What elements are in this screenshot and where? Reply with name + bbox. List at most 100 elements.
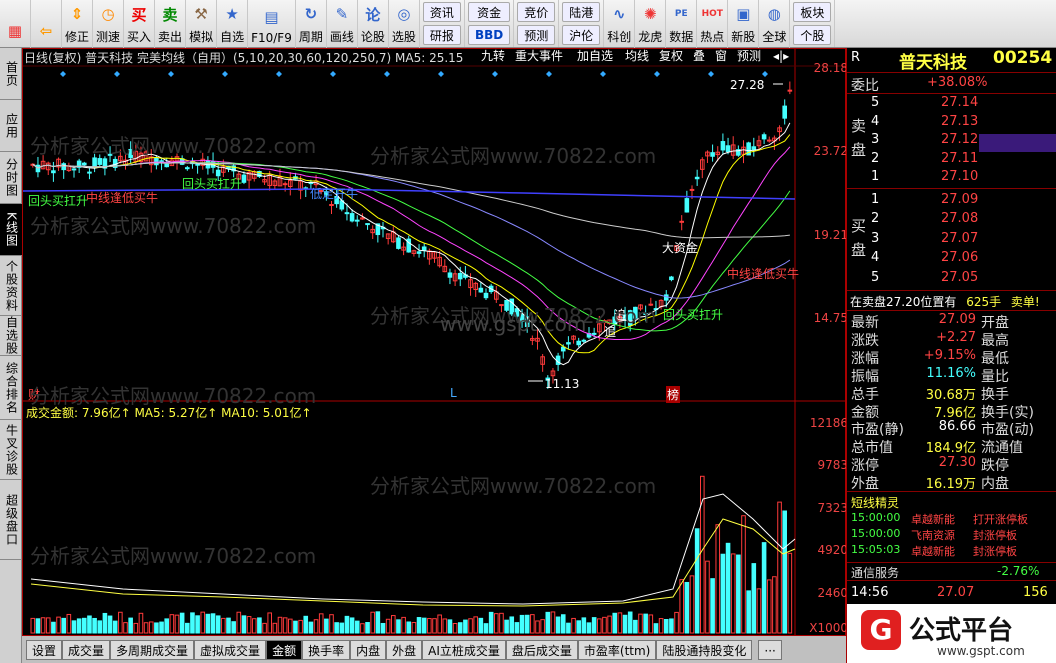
indicator-tab-11[interactable]: 陆股通持股变化 <box>656 639 753 660</box>
toolbar-button-1[interactable]: ⇦ <box>31 0 62 48</box>
toolbar-button-3[interactable]: ◷ 测速 <box>93 0 125 48</box>
volume-bar <box>401 616 406 634</box>
left-tab-5[interactable]: 自选股 <box>0 316 22 356</box>
sell-price[interactable]: 27.11 <box>941 151 978 166</box>
top-marker-icon <box>384 71 390 77</box>
volume-bar <box>421 617 427 634</box>
toolbar-button-7[interactable]: ★ 自选 <box>217 0 249 48</box>
chart-nav-icon[interactable]: ◂|▸ <box>770 48 792 65</box>
volume-bar <box>185 622 190 634</box>
toolbar-button-0[interactable]: ▦ <box>0 0 31 48</box>
buy-level: 2 <box>871 211 880 227</box>
left-tab-1[interactable]: 应用 <box>0 100 22 152</box>
sector-name[interactable]: 通信服务 <box>851 564 899 581</box>
toolbar-small-button[interactable]: 资讯 <box>422 2 461 22</box>
sprite-title[interactable]: 短线精灵 <box>851 494 899 511</box>
toolbar-small-button[interactable]: 陆港 <box>562 2 601 22</box>
left-tab-6[interactable]: 综合排名 <box>0 356 22 420</box>
toolbar2-button-5[interactable]: ◍ 全球 <box>759 0 791 48</box>
indicator-tab-8[interactable]: AI立桩成交量 <box>422 639 506 660</box>
indicator-tab-2[interactable]: 多周期成交量 <box>110 639 195 660</box>
watermark: 分析家公式网www.70822.com <box>30 384 317 408</box>
toolbar-button-8[interactable]: ▤ F10/F9 <box>248 0 296 48</box>
toolbar-small-button[interactable]: 竞价 <box>517 2 556 22</box>
indicator-tab-10[interactable]: 市盈率(ttm) <box>577 639 657 660</box>
buy-price[interactable]: 27.05 <box>941 270 978 285</box>
left-tab-0[interactable]: 首页 <box>0 48 22 100</box>
l-marker[interactable]: L <box>450 386 457 400</box>
sell-price[interactable]: 27.12 <box>941 132 978 147</box>
toolbar-small-button[interactable]: BBD <box>467 25 511 45</box>
chart-header-button-3[interactable]: 均线 <box>622 48 652 65</box>
sprite-event: 封涨停板 <box>973 545 1017 558</box>
sprite-stock[interactable]: 卓越新能 <box>911 511 955 527</box>
chart-header-button-4[interactable]: 复权 <box>656 48 686 65</box>
toolbar-button-11[interactable]: 论论股 <box>358 0 389 48</box>
toolbar-button-10[interactable]: ✎ 画线 <box>327 0 358 48</box>
volume-bar <box>118 611 123 634</box>
toolbar-button-2[interactable]: ⇕ 修正 <box>62 0 94 48</box>
toolbar2-button-2[interactable]: PE 数据 <box>666 0 698 48</box>
left-tab-4[interactable]: 个股资料 <box>0 256 22 316</box>
left-tab-3[interactable]: K线图 <box>0 204 22 256</box>
hammer-icon: ⚒ <box>194 5 208 23</box>
indicator-tab-6[interactable]: 内盘 <box>350 639 387 660</box>
volume-axis-label: 12186 <box>809 416 848 430</box>
billboard-marker[interactable]: 榜 <box>666 386 681 403</box>
buy-price[interactable]: 27.07 <box>941 231 978 246</box>
more-tabs-icon[interactable]: ··· <box>758 639 782 660</box>
candle-body <box>447 272 453 278</box>
indicator-tab-5[interactable]: 换手率 <box>302 639 351 660</box>
toolbar2-button-0[interactable]: ∿ 科创 <box>604 0 636 48</box>
toolbar-small-button[interactable]: 个股 <box>793 25 832 45</box>
candle-body <box>669 276 674 281</box>
toolbar-small-button[interactable]: 资金 <box>467 2 511 22</box>
volume-bar <box>195 615 200 634</box>
sprite-stock[interactable]: 卓越新能 <box>911 543 955 559</box>
volume-bar <box>437 614 442 634</box>
toolbar-button-5[interactable]: 卖卖出 <box>155 0 187 48</box>
sell-price[interactable]: 27.13 <box>941 114 978 129</box>
buy-price[interactable]: 27.06 <box>941 250 978 265</box>
toolbar2-button-1[interactable]: ✺ 龙虎 <box>635 0 667 48</box>
toolbar2-button-4[interactable]: ▣ 新股 <box>728 0 760 48</box>
toolbar2-button-3[interactable]: HOT 热点 <box>697 0 729 48</box>
left-tab-2[interactable]: 分时图 <box>0 152 22 204</box>
toolbar-small-button[interactable]: 研报 <box>422 25 461 45</box>
top-marker-icon <box>762 71 768 77</box>
chart-header-button-5[interactable]: 叠 <box>690 48 708 65</box>
toolbar-button-9[interactable]: ↻ 周期 <box>296 0 327 48</box>
indicator-tab-3[interactable]: 虚拟成交量 <box>194 639 267 660</box>
sell-price[interactable]: 27.14 <box>941 95 978 110</box>
sell-price[interactable]: 27.10 <box>941 169 978 184</box>
chart-header-button-1[interactable]: 重大事件 <box>512 48 566 65</box>
indicator-tab-0[interactable]: 设置 <box>26 639 63 660</box>
toolbar-small-button[interactable]: 沪伦 <box>562 25 601 45</box>
toolbar-button-12[interactable]: ◎ 选股 <box>389 0 420 48</box>
toolbar-button-4[interactable]: 买买入 <box>124 0 156 48</box>
indicator-tab-1[interactable]: 成交量 <box>62 639 111 660</box>
left-tab-8[interactable]: 超级盘口 <box>0 480 22 560</box>
buy-price[interactable]: 27.08 <box>941 211 978 226</box>
chart-header-button-0[interactable]: 九转 <box>478 48 508 65</box>
indicator-tab-7[interactable]: 外盘 <box>386 639 423 660</box>
buy-price[interactable]: 27.09 <box>941 192 978 207</box>
toolbar-small-button[interactable]: 预测 <box>517 25 556 45</box>
chart-header-button-2[interactable]: 加自选 <box>574 48 616 65</box>
volume-bar <box>524 614 530 634</box>
volume-bar <box>741 515 746 634</box>
volume-bar <box>566 622 571 634</box>
chart-header-button-7[interactable]: 预测 <box>734 48 764 65</box>
volume-bar <box>504 619 509 634</box>
volume-bar <box>190 612 195 634</box>
indicator-tab-4[interactable]: 金额 <box>266 639 303 660</box>
volume-bar <box>97 620 103 634</box>
volume-bar <box>251 618 257 634</box>
toolbar-button-6[interactable]: ⚒ 模拟 <box>186 0 218 48</box>
chart-header-button-6[interactable]: 窗 <box>712 48 730 65</box>
left-tab-7[interactable]: 牛叉诊股 <box>0 420 22 480</box>
toolbar-label: 卖出 <box>158 30 183 44</box>
indicator-tab-9[interactable]: 盘后成交量 <box>505 639 578 660</box>
toolbar-small-button[interactable]: 板块 <box>793 2 832 22</box>
sprite-stock[interactable]: 飞南资源 <box>911 527 955 543</box>
